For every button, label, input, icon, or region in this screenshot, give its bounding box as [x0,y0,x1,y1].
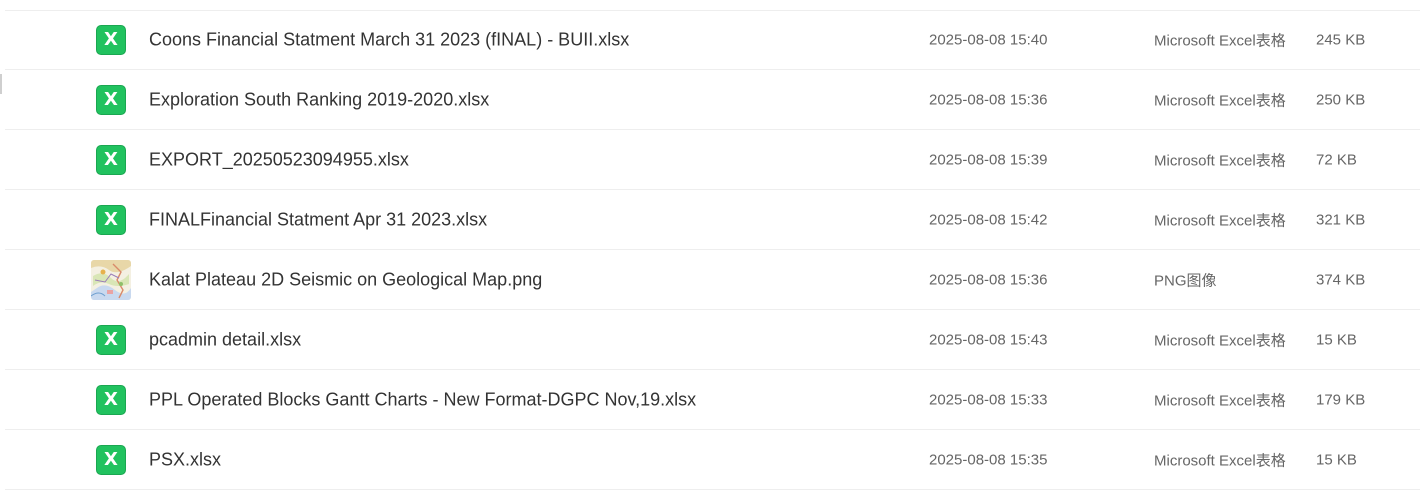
file-name[interactable]: pcadmin detail.xlsx [149,329,301,350]
file-row[interactable]: X Coons Financial Statment March 31 2023… [5,10,1420,70]
file-name[interactable]: FINALFinancial Statment Apr 31 2023.xlsx [149,209,487,230]
file-type: Microsoft Excel表格 [1154,452,1286,469]
file-modified-date: 2025-08-08 15:42 [929,211,1048,228]
scroll-position-marker[interactable] [0,74,2,94]
file-modified-date: 2025-08-08 15:33 [929,391,1048,408]
file-modified-date: 2025-08-08 15:43 [929,331,1048,348]
file-type: Microsoft Excel表格 [1154,152,1286,169]
file-row[interactable]: X FINALFinancial Statment Apr 31 2023.xl… [5,190,1420,250]
excel-file-icon: X [96,384,126,415]
excel-file-icon: X [96,144,126,175]
file-row[interactable]: X PPL Operated Blocks Gantt Charts - New… [5,370,1420,430]
file-type: Microsoft Excel表格 [1154,332,1286,349]
excel-file-icon: X [96,84,126,115]
image-thumbnail [91,259,131,300]
file-name[interactable]: Coons Financial Statment March 31 2023 (… [149,29,629,50]
excel-file-icon: X [96,444,126,475]
file-name[interactable]: PPL Operated Blocks Gantt Charts - New F… [149,389,696,410]
file-type: Microsoft Excel表格 [1154,392,1286,409]
excel-x-glyph: X [104,209,118,230]
file-size: 374 KB [1316,271,1366,288]
file-name[interactable]: EXPORT_20250523094955.xlsx [149,149,409,170]
file-size: 72 KB [1316,151,1357,168]
file-row[interactable]: Kalat Plateau 2D Seismic on Geological M… [5,250,1420,310]
file-type: PNG图像 [1154,272,1217,289]
excel-x-glyph: X [104,449,118,470]
file-size: 245 KB [1316,31,1366,48]
file-size: 15 KB [1316,451,1357,468]
file-size: 179 KB [1316,391,1366,408]
file-modified-date: 2025-08-08 15:36 [929,271,1048,288]
file-row[interactable]: X PSX.xlsx 2025-08-08 15:35 Microsoft Ex… [5,430,1420,490]
file-name[interactable]: Exploration South Ranking 2019-2020.xlsx [149,89,489,110]
file-type: Microsoft Excel表格 [1154,92,1286,109]
file-type: Microsoft Excel表格 [1154,32,1286,49]
file-modified-date: 2025-08-08 15:35 [929,451,1048,468]
file-name[interactable]: Kalat Plateau 2D Seismic on Geological M… [149,269,542,290]
file-type: Microsoft Excel表格 [1154,212,1286,229]
file-modified-date: 2025-08-08 15:40 [929,31,1048,48]
excel-file-icon: X [96,324,126,355]
file-list: X Coons Financial Statment March 31 2023… [5,10,1420,490]
excel-file-icon: X [96,204,126,235]
excel-x-glyph: X [104,29,118,50]
geological-map-thumbnail [91,259,131,300]
file-row[interactable]: X pcadmin detail.xlsx 2025-08-08 15:43 M… [5,310,1420,370]
file-row[interactable]: X Exploration South Ranking 2019-2020.xl… [5,70,1420,130]
file-row[interactable]: X EXPORT_20250523094955.xlsx 2025-08-08 … [5,130,1420,190]
file-modified-date: 2025-08-08 15:36 [929,91,1048,108]
file-modified-date: 2025-08-08 15:39 [929,151,1048,168]
excel-x-glyph: X [104,149,118,170]
file-size: 321 KB [1316,211,1366,228]
excel-x-glyph: X [104,329,118,350]
file-size: 250 KB [1316,91,1366,108]
excel-x-glyph: X [104,389,118,410]
file-size: 15 KB [1316,331,1357,348]
file-name[interactable]: PSX.xlsx [149,449,221,470]
excel-x-glyph: X [104,89,118,110]
excel-file-icon: X [96,24,126,55]
file-browser: X Coons Financial Statment March 31 2023… [0,0,1420,502]
